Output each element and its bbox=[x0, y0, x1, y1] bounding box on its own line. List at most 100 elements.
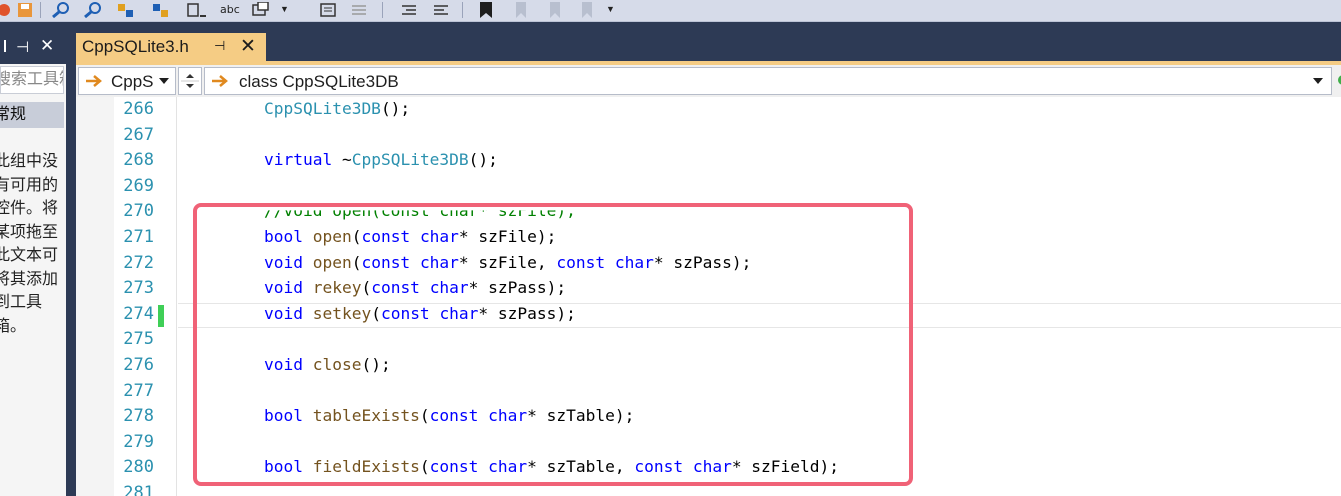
clear-bookmarks-icon[interactable] bbox=[576, 2, 598, 18]
line-number: 267 bbox=[123, 124, 154, 145]
line-number: 273 bbox=[123, 278, 154, 299]
code-token: void bbox=[263, 278, 303, 298]
member-icon[interactable] bbox=[1334, 73, 1341, 87]
code-line[interactable]: 276 void close(); bbox=[66, 354, 1341, 380]
code-token: rekey bbox=[312, 278, 362, 298]
project-dropdown[interactable]: CppSQLite3 bbox=[78, 67, 176, 95]
bookmark-list-icon[interactable] bbox=[186, 2, 208, 18]
code-token: char bbox=[429, 278, 469, 298]
scope-spinner[interactable] bbox=[178, 67, 202, 95]
line-number: 279 bbox=[123, 431, 154, 452]
find-in-files-icon[interactable] bbox=[82, 2, 104, 18]
pin-icon[interactable]: ⊣ bbox=[16, 38, 29, 56]
code-text: CppSQLite3DB(); bbox=[225, 99, 410, 118]
comment-icon[interactable] bbox=[318, 2, 340, 18]
navigate-icon[interactable] bbox=[116, 2, 138, 18]
code-line[interactable]: 277 bbox=[66, 380, 1341, 406]
code-editor[interactable]: 266 CppSQLite3DB(); 267 268 virtual ~CppSQ… bbox=[66, 97, 1341, 496]
scope-dropdown[interactable]: class CppSQLite3DB bbox=[204, 67, 1332, 95]
code-token: ( bbox=[351, 226, 362, 246]
code-token: * szTable); bbox=[527, 406, 635, 426]
code-token: char bbox=[692, 457, 732, 477]
code-text: void open(const char* szFile, const char… bbox=[225, 253, 751, 272]
code-token: ( bbox=[351, 252, 362, 272]
save-icon[interactable] bbox=[16, 2, 36, 18]
find-icon[interactable] bbox=[50, 2, 72, 18]
code-token: char bbox=[488, 406, 528, 426]
code-line[interactable]: 266 CppSQLite3DB(); bbox=[66, 98, 1341, 124]
uncomment-icon[interactable] bbox=[348, 2, 370, 18]
toolbar-overflow-icon[interactable]: ▼ bbox=[606, 4, 615, 14]
code-token: ~ bbox=[332, 150, 352, 170]
line-number: 278 bbox=[123, 406, 154, 427]
comment-text: //void open(const char* szFile); bbox=[225, 201, 576, 221]
navigation-bar: CppSQLite3 class CppSQLite3DB bbox=[76, 65, 1341, 97]
close-icon[interactable]: ✕ bbox=[40, 36, 54, 56]
code-line[interactable]: 270 //void open(const char* szFile); bbox=[66, 200, 1341, 226]
window-icon[interactable] bbox=[250, 2, 272, 18]
code-token: ( bbox=[361, 278, 372, 298]
code-token: const bbox=[380, 303, 430, 323]
code-line[interactable]: 271 bool open(const char* szFile); bbox=[66, 226, 1341, 252]
code-token: * szFile); bbox=[458, 226, 557, 246]
code-line[interactable]: 275 bbox=[66, 328, 1341, 354]
pin-tab-icon[interactable]: ⊣ bbox=[214, 39, 225, 54]
code-token: * szPass); bbox=[478, 303, 576, 323]
code-line[interactable]: 274 void setkey(const char* szPass); bbox=[66, 302, 1341, 329]
code-token: const bbox=[371, 278, 420, 298]
spell-check-icon[interactable]: abc bbox=[220, 3, 240, 16]
bookmark-icon[interactable] bbox=[476, 2, 498, 18]
outline-icon[interactable] bbox=[150, 2, 172, 18]
toolbox-menu-icon[interactable] bbox=[0, 40, 6, 52]
code-line[interactable]: 269 bbox=[66, 175, 1341, 201]
project-dropdown-label: CppSQLite3 bbox=[111, 72, 153, 91]
code-line[interactable]: 268 virtual ~CppSQLite3DB(); bbox=[66, 149, 1341, 175]
code-text: bool open(const char* szFile); bbox=[225, 227, 556, 246]
code-line[interactable]: 278 bool tableExists(const char* szTable… bbox=[66, 405, 1341, 431]
code-token: * szTable, bbox=[527, 457, 635, 477]
code-token: open bbox=[312, 226, 352, 246]
arrow-right-icon bbox=[86, 75, 102, 87]
outdent-icon[interactable] bbox=[430, 2, 452, 18]
code-token: (); bbox=[468, 150, 498, 170]
code-line[interactable]: 280 bool fieldExists(const char* szTable… bbox=[66, 456, 1341, 482]
code-token: ( bbox=[419, 457, 430, 477]
toolbox-search-input[interactable]: 搜索工具箱 bbox=[0, 66, 64, 94]
code-line[interactable]: 279 bbox=[66, 431, 1341, 457]
code-text: void setkey(const char* szPass); bbox=[225, 304, 576, 323]
code-token: open bbox=[312, 252, 352, 272]
code-line[interactable]: 267 bbox=[66, 124, 1341, 150]
code-lines: 266 CppSQLite3DB(); 267 268 virtual ~CppSQ… bbox=[66, 98, 1341, 496]
toolbar-overflow-icon[interactable]: ▼ bbox=[280, 4, 289, 14]
next-bookmark-icon[interactable] bbox=[544, 2, 566, 18]
tab-cppsqlite3-h[interactable]: CppSQLite3.h ⊣ ✕ bbox=[76, 33, 266, 61]
close-tab-icon[interactable]: ✕ bbox=[240, 35, 256, 57]
change-indicator bbox=[158, 304, 164, 327]
code-line[interactable]: 272 void open(const char* szFile, const … bbox=[66, 252, 1341, 278]
chevron-down-icon bbox=[1313, 78, 1323, 84]
chevron-down-icon bbox=[159, 78, 169, 84]
line-number: 276 bbox=[123, 354, 154, 375]
code-text: void close(); bbox=[225, 355, 391, 374]
previous-bookmark-icon[interactable] bbox=[510, 2, 532, 18]
code-line[interactable]: 273 void rekey(const char* szPass); bbox=[66, 277, 1341, 303]
code-text: virtual ~CppSQLite3DB(); bbox=[225, 150, 498, 169]
scope-dropdown-label: class CppSQLite3DB bbox=[239, 72, 399, 91]
code-line[interactable]: 281 bbox=[66, 482, 1341, 496]
code-token: char bbox=[419, 252, 459, 272]
code-token: ( bbox=[419, 406, 430, 426]
line-number: 272 bbox=[123, 252, 154, 273]
spinner-arrows-icon[interactable] bbox=[179, 68, 201, 94]
code-token: const bbox=[429, 406, 479, 426]
code-token: //void open(const char* szFile); bbox=[225, 201, 576, 221]
indent-icon[interactable] bbox=[398, 2, 420, 18]
toolbox-category-general[interactable]: 常规 bbox=[0, 102, 64, 128]
